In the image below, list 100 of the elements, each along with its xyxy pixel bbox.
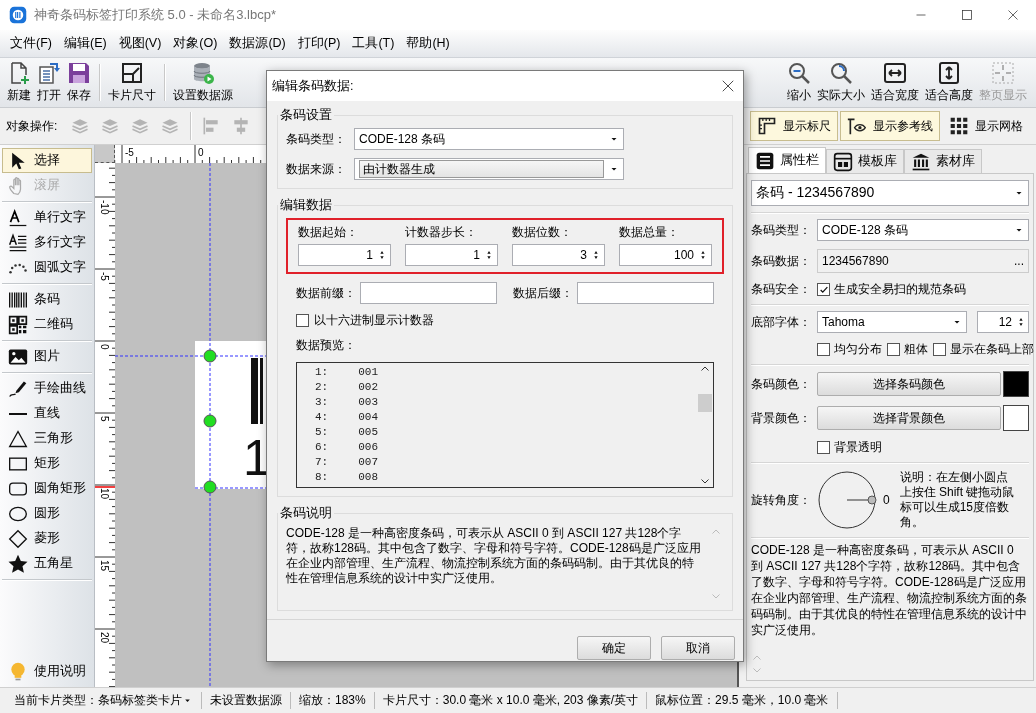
color-button[interactable]: 选择背景颜色 — [817, 406, 1001, 430]
selection-handle[interactable] — [203, 349, 217, 363]
toolbar-button[interactable]: 实际大小 — [814, 60, 868, 105]
toolbar-button[interactable]: 缩小 — [784, 60, 814, 105]
object-dropdown[interactable]: 条码 - 1234567890 — [751, 180, 1029, 206]
tool-button[interactable]: 菱形 — [2, 526, 92, 551]
toolbar-button[interactable]: 适合高度 — [922, 60, 976, 105]
checkbox-label: 以十六进制显示计数器 — [314, 312, 434, 329]
menu-item[interactable]: 文件(F) — [4, 35, 58, 52]
tool-button[interactable]: 图片 — [2, 344, 92, 369]
tool-button[interactable]: 矩形 — [2, 451, 92, 476]
number-field[interactable]: 1 — [298, 244, 391, 266]
hint-text: 说明：在左侧小圆点上按住 Shift 键拖动鼠标可以生成15度倍数角。 — [899, 470, 1016, 530]
tool-button[interactable]: 三角形 — [2, 426, 92, 451]
data-field[interactable]: 1234567890 ... — [817, 249, 1029, 273]
ruler-number: 20 — [99, 632, 110, 644]
selection-handle[interactable] — [203, 480, 217, 494]
line-number: 1: — [315, 365, 329, 380]
toggle-button[interactable]: 显示网格 — [942, 111, 1030, 141]
tab[interactable]: 模板库 — [826, 149, 904, 173]
toggle-button[interactable]: 显示标尺 — [750, 111, 838, 141]
selection-handle[interactable] — [203, 414, 217, 428]
tool-button[interactable]: 直线 — [2, 401, 92, 426]
dropdown[interactable]: 由计数器生成 — [354, 158, 624, 180]
number-field[interactable]: 100 — [619, 244, 712, 266]
toolbar-button[interactable]: 保存 — [64, 60, 94, 105]
ruler-number: -5 — [99, 272, 110, 281]
description-text: CODE-128 是一种高密度条码，可表示从 ASCII 0 到 ASCII 127 共128个字符，故称128码。其中包含了数字、字母和符号字符。CODE-128码是广泛应用在企业内部管理、生产流程、物流控制系统方面的条码码制。由于其优良的特性在管理信息系统的设计中实广泛使用。 — [286, 526, 702, 587]
checkbox[interactable] — [887, 343, 900, 356]
toggle-button[interactable]: 显示参考线 — [840, 111, 940, 141]
menu-item[interactable]: 对象(O) — [167, 35, 224, 52]
help-button[interactable]: 使用说明 — [2, 659, 92, 684]
status-dropdown[interactable]: 当前卡片类型：条码标签类卡片 — [6, 692, 202, 709]
tool-button[interactable]: 单行文字 — [2, 205, 92, 230]
status-text: 未设置数据源 — [202, 692, 291, 709]
tool-button[interactable]: 圆角矩形 — [2, 476, 92, 501]
star-icon — [8, 553, 28, 574]
check-icon — [818, 284, 829, 295]
toolbar-button[interactable]: 设置数据源 — [170, 60, 236, 105]
more-button[interactable]: ... — [1014, 254, 1024, 268]
line-number: 4: — [315, 410, 329, 425]
tool-button[interactable]: 五角星 — [2, 551, 92, 576]
field-label: 条码安全： — [751, 281, 812, 298]
dialog-button[interactable]: 确定 — [577, 636, 651, 660]
dropdown[interactable]: CODE-128 条码 — [354, 128, 624, 150]
list-item: 002 — [358, 380, 378, 395]
input-field[interactable] — [360, 282, 497, 304]
menu-item[interactable]: 工具(T) — [346, 35, 401, 52]
window-title: 神奇条码标签打印系统 5.0 - 未命名3.lbcp* — [34, 6, 276, 24]
input-field[interactable] — [577, 282, 714, 304]
tool-button[interactable]: 条码 — [2, 287, 92, 312]
tool-button[interactable]: 选择 — [2, 148, 92, 173]
horizontal-arrows-icon — [883, 61, 907, 85]
close-icon — [721, 79, 735, 93]
toolbar-button[interactable]: 卡片尺寸 — [105, 60, 159, 105]
list-item: 006 — [358, 440, 378, 455]
field-label: 数据后缀： — [513, 284, 573, 302]
dialog-button[interactable]: 取消 — [661, 636, 735, 660]
zoom-out-icon — [787, 61, 811, 85]
group-title: 条码说明 — [279, 505, 333, 522]
tab[interactable]: 属性栏 — [748, 147, 826, 173]
triangle-icon — [8, 428, 28, 449]
tool-button[interactable]: 手绘曲线 — [2, 376, 92, 401]
rotation-dial[interactable] — [817, 469, 879, 531]
magnifier-icon — [829, 61, 853, 85]
dropdown[interactable]: CODE-128 条码 — [817, 219, 1029, 241]
menu-item[interactable]: 编辑(E) — [57, 35, 113, 52]
qr-code-icon — [8, 314, 28, 335]
checkbox[interactable] — [817, 343, 830, 356]
menu-item[interactable]: 打印(P) — [291, 35, 347, 52]
color-button[interactable]: 选择条码颜色 — [817, 372, 1001, 396]
tool-button[interactable]: 多行文字 — [2, 230, 92, 255]
field-label: 数据起始： — [298, 224, 359, 241]
tool-button[interactable]: 圆弧文字 — [2, 255, 92, 280]
group-title: 编辑数据 — [279, 197, 333, 214]
number-field[interactable]: 3 — [512, 244, 605, 266]
line-eye-icon — [847, 116, 867, 136]
menu-item[interactable]: 帮助(H) — [400, 35, 456, 52]
light-bulb-icon — [8, 661, 28, 682]
toolbar-button[interactable]: 适合宽度 — [868, 60, 922, 105]
line-number: 5: — [315, 425, 329, 440]
menu-item[interactable]: 数据源(D) — [223, 35, 292, 52]
checkbox[interactable] — [296, 314, 309, 327]
checkbox[interactable] — [817, 283, 830, 296]
font-dropdown[interactable]: Tahoma — [817, 311, 967, 333]
checkbox[interactable] — [933, 343, 946, 356]
toolbar-button[interactable]: 打开 — [34, 60, 64, 105]
tab[interactable]: 素材库 — [904, 149, 982, 173]
app-logo-icon — [9, 6, 27, 24]
checkbox[interactable] — [817, 441, 830, 454]
list-item: 003 — [358, 395, 378, 410]
number-field[interactable]: 12 — [977, 311, 1029, 333]
line-number: 6: — [315, 440, 329, 455]
ruler-number: 0 — [198, 147, 204, 158]
tool-button[interactable]: 圆形 — [2, 501, 92, 526]
scroll-thumb[interactable] — [698, 394, 712, 412]
toolbar-button[interactable]: 新建 — [4, 60, 34, 105]
tool-button[interactable]: 二维码 — [2, 312, 92, 337]
number-field[interactable]: 1 — [405, 244, 498, 266]
menu-item[interactable]: 视图(V) — [112, 35, 168, 52]
